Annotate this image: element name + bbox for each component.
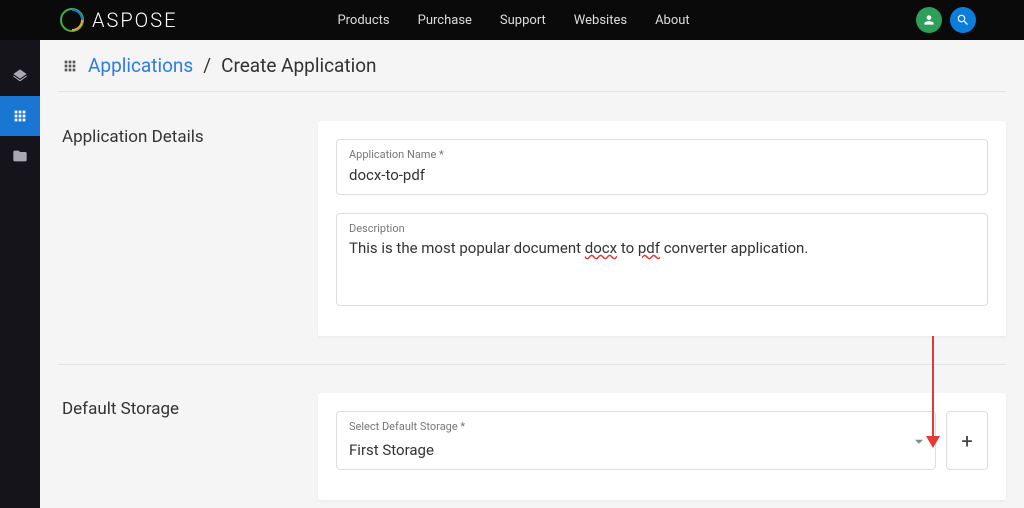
sidebar-item-layers[interactable] (0, 56, 40, 96)
layers-icon (12, 68, 28, 84)
plus-icon: + (961, 429, 972, 453)
storage-select-label: Select Default Storage * (349, 420, 923, 433)
section-title-app-details: Application Details (58, 121, 318, 336)
breadcrumb: Applications / Create Application (58, 40, 1006, 92)
logo-text: ASPOSE (92, 8, 177, 32)
section-default-storage: Default Storage Select Default Storage *… (58, 364, 1006, 500)
app-details-card: Application Name * Description This is t… (318, 121, 1006, 336)
breadcrumb-link-applications[interactable]: Applications (88, 54, 193, 77)
breadcrumb-separator: / (203, 54, 211, 77)
spellcheck-pdf: pdf (638, 239, 660, 257)
folder-icon (12, 148, 28, 164)
description-textarea[interactable]: This is the most popular document docx t… (349, 239, 975, 295)
application-name-input[interactable] (349, 166, 975, 184)
description-label: Description (349, 222, 975, 235)
description-field[interactable]: Description This is the most popular doc… (336, 213, 988, 306)
nav-support[interactable]: Support (500, 13, 546, 28)
spellcheck-docx: docx (585, 239, 617, 257)
breadcrumb-current: Create Application (221, 54, 376, 77)
breadcrumb-apps-icon (62, 58, 78, 74)
default-storage-select[interactable]: Select Default Storage * First Storage (336, 411, 936, 470)
application-name-label: Application Name * (349, 148, 975, 161)
application-name-field[interactable]: Application Name * (336, 139, 988, 195)
apps-icon (12, 108, 28, 124)
header-actions (916, 7, 976, 33)
search-icon[interactable] (950, 7, 976, 33)
chevron-down-icon (915, 439, 923, 443)
section-title-default-storage: Default Storage (58, 393, 318, 500)
nav-websites[interactable]: Websites (574, 13, 627, 28)
user-icon[interactable] (916, 7, 942, 33)
nav-about[interactable]: About (655, 13, 690, 28)
nav-menu: Products Purchase Support Websites About (337, 13, 689, 28)
storage-card: Select Default Storage * First Storage + (318, 393, 1006, 500)
nav-purchase[interactable]: Purchase (418, 13, 472, 28)
storage-select-value: First Storage (349, 437, 923, 459)
section-application-details: Application Details Application Name * D… (58, 92, 1006, 336)
main-content: Applications / Create Application Applic… (40, 40, 1024, 508)
nav-products[interactable]: Products (337, 13, 389, 28)
sidebar-item-folder[interactable] (0, 136, 40, 176)
top-header: ASPOSE Products Purchase Support Website… (0, 0, 1024, 40)
logo[interactable]: ASPOSE (60, 8, 177, 32)
add-storage-button[interactable]: + (946, 411, 988, 470)
sidebar-item-apps[interactable] (0, 96, 40, 136)
logo-swirl-icon (60, 8, 84, 32)
sidebar (0, 40, 40, 508)
